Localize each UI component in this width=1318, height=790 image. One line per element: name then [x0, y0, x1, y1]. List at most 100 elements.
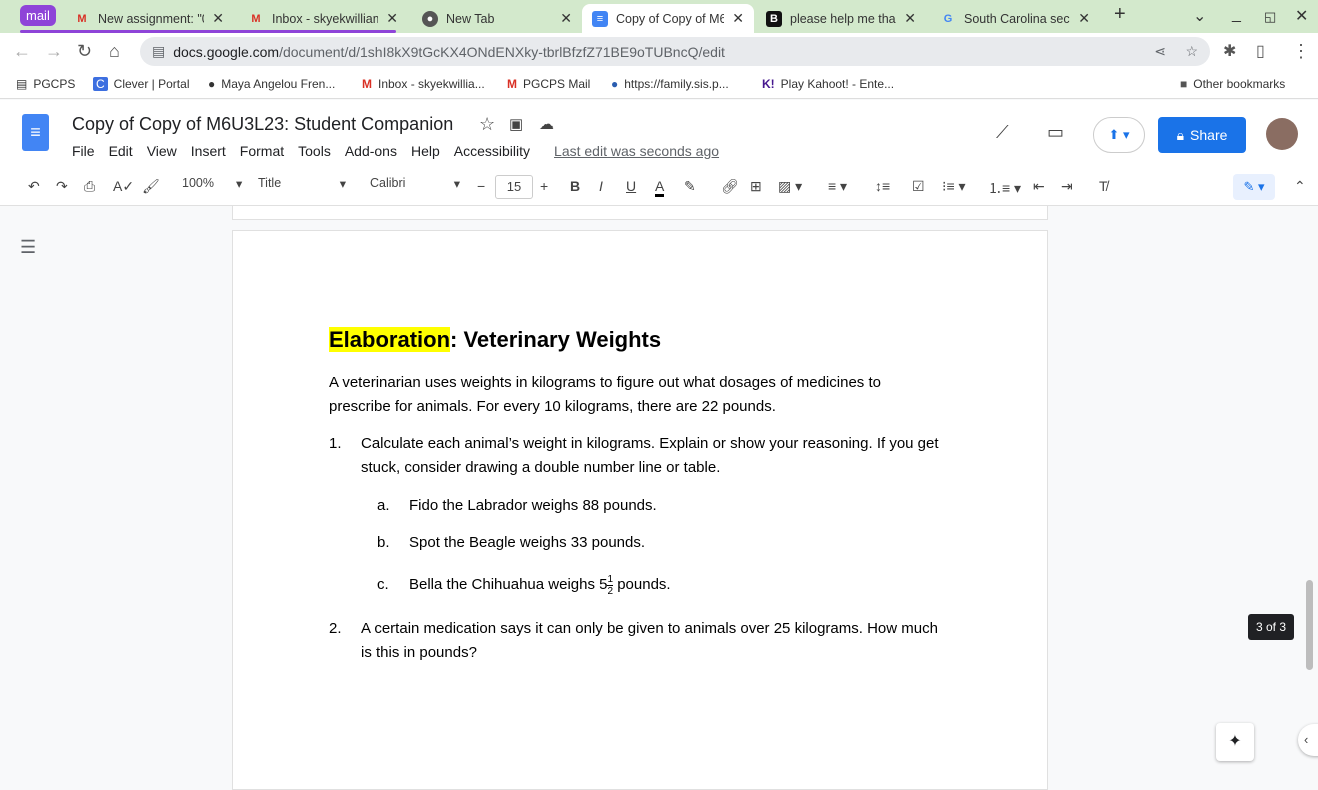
new-tab-icon[interactable]: +	[1114, 3, 1126, 26]
menu-format[interactable]: Format	[240, 143, 284, 159]
font-select[interactable]: Calibri ▾	[370, 176, 460, 191]
add-comment-icon[interactable]: ⊞	[750, 178, 762, 195]
tab-5[interactable]: G South Carolina sece ✕	[930, 4, 1100, 33]
comments-icon[interactable]: ▭	[1047, 122, 1064, 143]
tab-1[interactable]: M Inbox - skyekwilliam ✕	[238, 4, 408, 33]
dropdown-icon: ▾	[339, 177, 346, 191]
bookmark[interactable]: M PGCPS Mail	[507, 77, 590, 91]
underline-icon[interactable]: U	[626, 178, 636, 194]
font-size-input[interactable]: 15	[495, 175, 533, 199]
collapse-menus-icon[interactable]: ⌃	[1294, 178, 1306, 195]
tab-title: New assignment: "0	[98, 11, 205, 26]
decrease-font-size-icon[interactable]: −	[477, 178, 485, 194]
italic-icon[interactable]: I	[599, 178, 603, 194]
close-icon[interactable]: ✕	[560, 10, 572, 27]
tab-title: Inbox - skyekwilliam	[272, 11, 379, 26]
paint-format-icon[interactable]: 🖌︎	[142, 178, 160, 195]
increase-font-size-icon[interactable]: +	[540, 178, 548, 194]
chevron-down-icon[interactable]: ⌄	[1193, 6, 1206, 26]
document-page[interactable]: Elaboration: Veterinary Weights A veteri…	[232, 230, 1048, 790]
minimize-icon[interactable]: _	[1232, 6, 1241, 24]
decrease-indent-icon[interactable]: ⇤	[1033, 178, 1045, 195]
close-icon[interactable]: ✕	[904, 10, 916, 27]
side-panel-toggle[interactable]: ‹	[1298, 724, 1318, 756]
close-icon[interactable]: ✕	[212, 10, 224, 27]
close-icon[interactable]: ✕	[1078, 10, 1090, 27]
tab-2[interactable]: ● New Tab ✕	[412, 4, 582, 33]
editing-mode-button[interactable]: ✎ ▾	[1233, 174, 1275, 200]
share-icon[interactable]: ⋖	[1154, 43, 1166, 60]
clear-formatting-icon[interactable]: T̸	[1099, 178, 1108, 194]
numbered-list-icon[interactable]: ⒈≡ ▾	[988, 178, 1021, 198]
highlight-icon[interactable]: ✎	[684, 178, 696, 195]
line-spacing-icon[interactable]: ↕≡	[875, 178, 890, 194]
present-button[interactable]: ⬆ ▾	[1093, 117, 1145, 153]
menu-icon[interactable]: ⋮	[1292, 41, 1310, 62]
close-icon[interactable]: ✕	[732, 10, 744, 27]
menu-accessibility[interactable]: Accessibility	[454, 143, 530, 159]
link-icon[interactable]: 🔗︎	[721, 178, 739, 195]
document-outline-icon[interactable]: ☰	[20, 237, 36, 258]
side-panel-icon[interactable]: ▯	[1256, 41, 1265, 61]
address-bar-row: ← → ↻ ⌂ ▤ docs.google.com/document/d/1shI…	[0, 33, 1318, 70]
menu-addons[interactable]: Add-ons	[345, 143, 397, 159]
close-window-icon[interactable]: ✕	[1295, 6, 1308, 26]
tab-3[interactable]: ≡ Copy of Copy of M6 ✕	[582, 4, 754, 33]
back-icon[interactable]: ←	[13, 41, 31, 62]
other-bookmarks[interactable]: ■ Other bookmarks	[1180, 77, 1285, 91]
menu-help[interactable]: Help	[411, 143, 440, 159]
move-folder-icon[interactable]: ▣	[509, 115, 523, 133]
explore-button[interactable]: ✦	[1216, 723, 1254, 761]
extensions-icon[interactable]: ✱	[1223, 41, 1236, 61]
bookmark[interactable]: K! Play Kahoot! - Ente...	[762, 77, 894, 91]
page-indicator: 3 of 3	[1248, 614, 1295, 640]
close-icon[interactable]: ✕	[386, 10, 398, 27]
bookmark[interactable]: C Clever | Portal	[93, 77, 189, 91]
increase-indent-icon[interactable]: ⇥	[1061, 178, 1073, 195]
dropdown-icon: ▾	[235, 177, 243, 191]
bold-icon[interactable]: B	[570, 178, 580, 194]
scrollbar-thumb[interactable]	[1306, 580, 1313, 670]
bookmark[interactable]: ● https://family.sis.p...	[611, 77, 729, 91]
style-select[interactable]: Title ▾	[258, 176, 346, 191]
insert-image-icon[interactable]: ▨ ▾	[778, 178, 802, 195]
menu-view[interactable]: View	[147, 143, 177, 159]
checklist-icon[interactable]: ☑	[912, 178, 925, 195]
docs-header: ≡ Copy of Copy of M6U3L23: Student Compa…	[0, 100, 1318, 168]
forward-icon[interactable]: →	[45, 41, 63, 62]
tab-0[interactable]: M New assignment: "0 ✕	[64, 4, 234, 33]
url-input[interactable]: ▤ docs.google.com/document/d/1shI8kX9tGcK…	[140, 37, 1210, 66]
home-icon[interactable]: ⌂	[109, 41, 120, 62]
cloud-status-icon[interactable]: ☁	[539, 115, 554, 133]
list-number: 2.	[329, 620, 342, 637]
align-icon[interactable]: ≡ ▾	[828, 178, 847, 195]
share-button[interactable]: 🔒︎ Share	[1158, 117, 1246, 153]
activity-trend-icon[interactable]: ⟋	[996, 122, 1009, 143]
reload-icon[interactable]: ↻	[77, 41, 92, 62]
restore-icon[interactable]: ◱	[1264, 9, 1276, 25]
last-edit-link[interactable]: Last edit was seconds ago	[554, 143, 719, 159]
avatar[interactable]	[1266, 118, 1298, 150]
bulleted-list-icon[interactable]: ⁝≡ ▾	[942, 178, 966, 195]
undo-icon[interactable]: ↶	[28, 178, 40, 195]
text-color-icon[interactable]: A	[655, 178, 665, 197]
docs-logo-icon[interactable]: ≡	[22, 114, 49, 151]
bookmark[interactable]: ● Maya Angelou Fren...	[208, 77, 335, 91]
tab-group-label[interactable]: mail	[20, 5, 56, 26]
chevron-left-icon: ‹	[1304, 732, 1309, 747]
print-icon[interactable]: ⎙	[84, 178, 95, 195]
spellcheck-icon[interactable]: A✓	[113, 178, 134, 195]
redo-icon[interactable]: ↷	[56, 178, 68, 195]
document-title[interactable]: Copy of Copy of M6U3L23: Student Compani…	[72, 114, 453, 135]
menu-tools[interactable]: Tools	[298, 143, 331, 159]
star-icon[interactable]: ☆	[1185, 43, 1198, 60]
zoom-select[interactable]: 100% ▾	[182, 176, 242, 191]
tab-4[interactable]: Bplease help me than ✕	[756, 4, 926, 33]
bookmark[interactable]: M Inbox - skyekwillia...	[362, 77, 485, 91]
star-icon[interactable]: ☆	[479, 114, 495, 135]
menu-insert[interactable]: Insert	[191, 143, 226, 159]
bookmark[interactable]: ▤ PGCPS	[16, 77, 75, 91]
menu-edit[interactable]: Edit	[109, 143, 133, 159]
site-info-icon[interactable]: ▤	[152, 43, 165, 60]
menu-file[interactable]: File	[72, 143, 95, 159]
